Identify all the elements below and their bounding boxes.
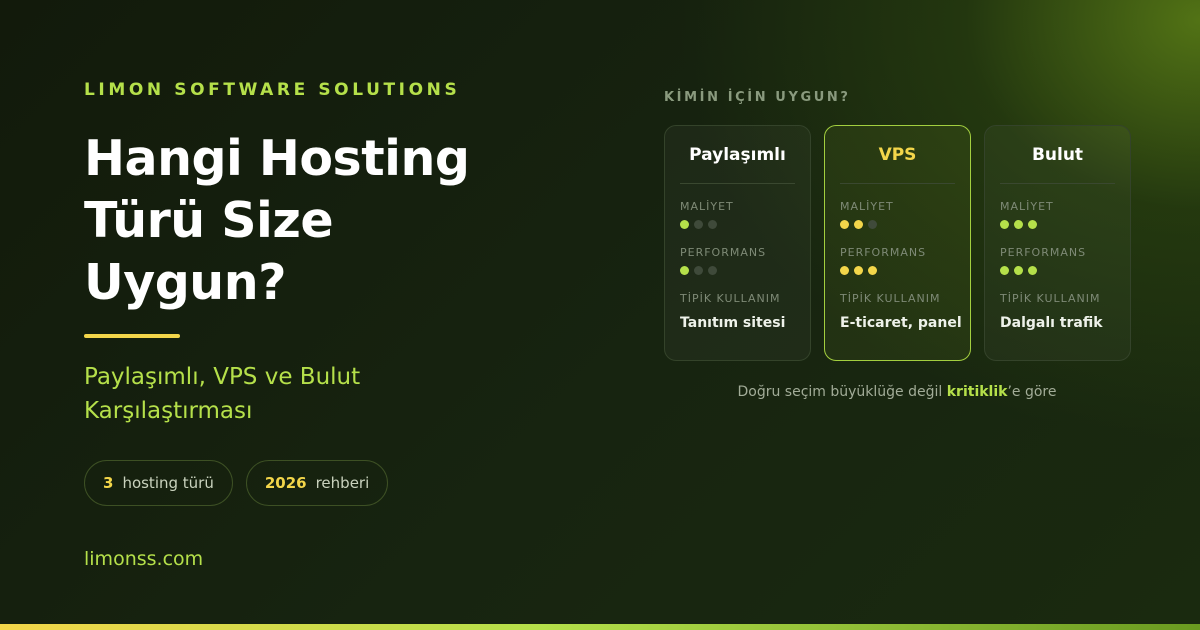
rating-dot <box>1014 266 1023 275</box>
usage-label: TİPİK KULLANIM <box>840 292 941 305</box>
title-line-2: Türü Size <box>84 192 334 249</box>
rating-dot <box>694 220 703 229</box>
cost-rating-dots <box>1000 220 1115 229</box>
cost-label: MALİYET <box>840 200 894 213</box>
comparison-section-label: KİMİN İÇİN UYGUN? <box>664 90 851 105</box>
card-title: Bulut <box>1000 126 1115 184</box>
rating-dot <box>694 266 703 275</box>
subtitle: Paylaşımlı, VPS ve Bulut Karşılaştırması <box>84 360 544 428</box>
performance-label: PERFORMANS <box>680 246 767 259</box>
typical-usage-value: E-ticaret, panel <box>840 315 962 331</box>
typical-usage-value: Dalgalı trafik <box>1000 315 1103 331</box>
rating-dot <box>840 220 849 229</box>
card-title: VPS <box>840 126 955 184</box>
rating-dot <box>1000 220 1009 229</box>
card-title: Paylaşımlı <box>680 126 795 184</box>
title-line-1: Hangi Hosting <box>84 130 470 187</box>
rating-dot <box>680 220 689 229</box>
footnote-suffix: ’e göre <box>1007 384 1057 400</box>
bottom-accent-stripe <box>0 624 1200 630</box>
typical-usage-value: Tanıtım sitesi <box>680 315 786 331</box>
cost-label: MALİYET <box>680 200 734 213</box>
hosting-card-shared: Paylaşımlı MALİYET PERFORMANS TİPİK KULL… <box>664 125 811 361</box>
usage-label: TİPİK KULLANIM <box>680 292 781 305</box>
cost-label: MALİYET <box>1000 200 1054 213</box>
footnote-highlight: kritiklik <box>946 384 1008 400</box>
rating-dot <box>868 220 877 229</box>
subtitle-line-1: Paylaşımlı, VPS ve Bulut <box>84 364 361 390</box>
rating-dot <box>680 266 689 275</box>
cost-rating-dots <box>680 220 795 229</box>
stat-pill-text: hosting türü <box>122 474 214 492</box>
rating-dot <box>868 266 877 275</box>
stat-pill-hosting-types: 3 hosting türü <box>84 460 233 506</box>
rating-dot <box>708 266 717 275</box>
stat-pills: 3 hosting türü 2026 rehberi <box>84 460 389 506</box>
stat-pill-text: rehberi <box>315 474 370 492</box>
performance-rating-dots <box>840 266 955 275</box>
hosting-cards: Paylaşımlı MALİYET PERFORMANS TİPİK KULL… <box>664 125 1131 361</box>
footnote-text: Doğru seçim büyüklüğe değil <box>737 384 947 400</box>
stat-pill-number: 3 <box>103 474 114 492</box>
left-panel: LIMON SOFTWARE SOLUTIONS Hangi Hosting T… <box>84 0 604 630</box>
comparison-panel: KİMİN İÇİN UYGUN? Paylaşımlı MALİYET PER… <box>664 0 1134 630</box>
rating-dot <box>708 220 717 229</box>
brand-name: LIMON SOFTWARE SOLUTIONS <box>84 80 461 100</box>
usage-label: TİPİK KULLANIM <box>1000 292 1101 305</box>
website-url: limonss.com <box>84 548 204 570</box>
subtitle-line-2: Karşılaştırması <box>84 398 253 424</box>
rating-dot <box>854 220 863 229</box>
title-line-3: Uygun? <box>84 254 287 311</box>
rating-dot <box>1014 220 1023 229</box>
performance-rating-dots <box>680 266 795 275</box>
page-title: Hangi Hosting Türü Size Uygun? <box>84 128 554 314</box>
performance-label: PERFORMANS <box>840 246 927 259</box>
rating-dot <box>1028 220 1037 229</box>
rating-dot <box>840 266 849 275</box>
rating-dot <box>854 266 863 275</box>
performance-rating-dots <box>1000 266 1115 275</box>
rating-dot <box>1000 266 1009 275</box>
stat-pill-number: 2026 <box>264 474 307 492</box>
cost-rating-dots <box>840 220 955 229</box>
performance-label: PERFORMANS <box>1000 246 1087 259</box>
hosting-card-cloud: Bulut MALİYET PERFORMANS TİPİK KULLANIM … <box>984 125 1131 361</box>
comparison-footnote: Doğru seçim büyüklüğe değil kritiklik’e … <box>664 384 1130 400</box>
stat-pill-guide-year: 2026 rehberi <box>245 460 389 506</box>
title-accent-divider <box>84 334 180 338</box>
rating-dot <box>1028 266 1037 275</box>
hosting-card-vps: VPS MALİYET PERFORMANS TİPİK KULLANIM E-… <box>824 125 971 361</box>
